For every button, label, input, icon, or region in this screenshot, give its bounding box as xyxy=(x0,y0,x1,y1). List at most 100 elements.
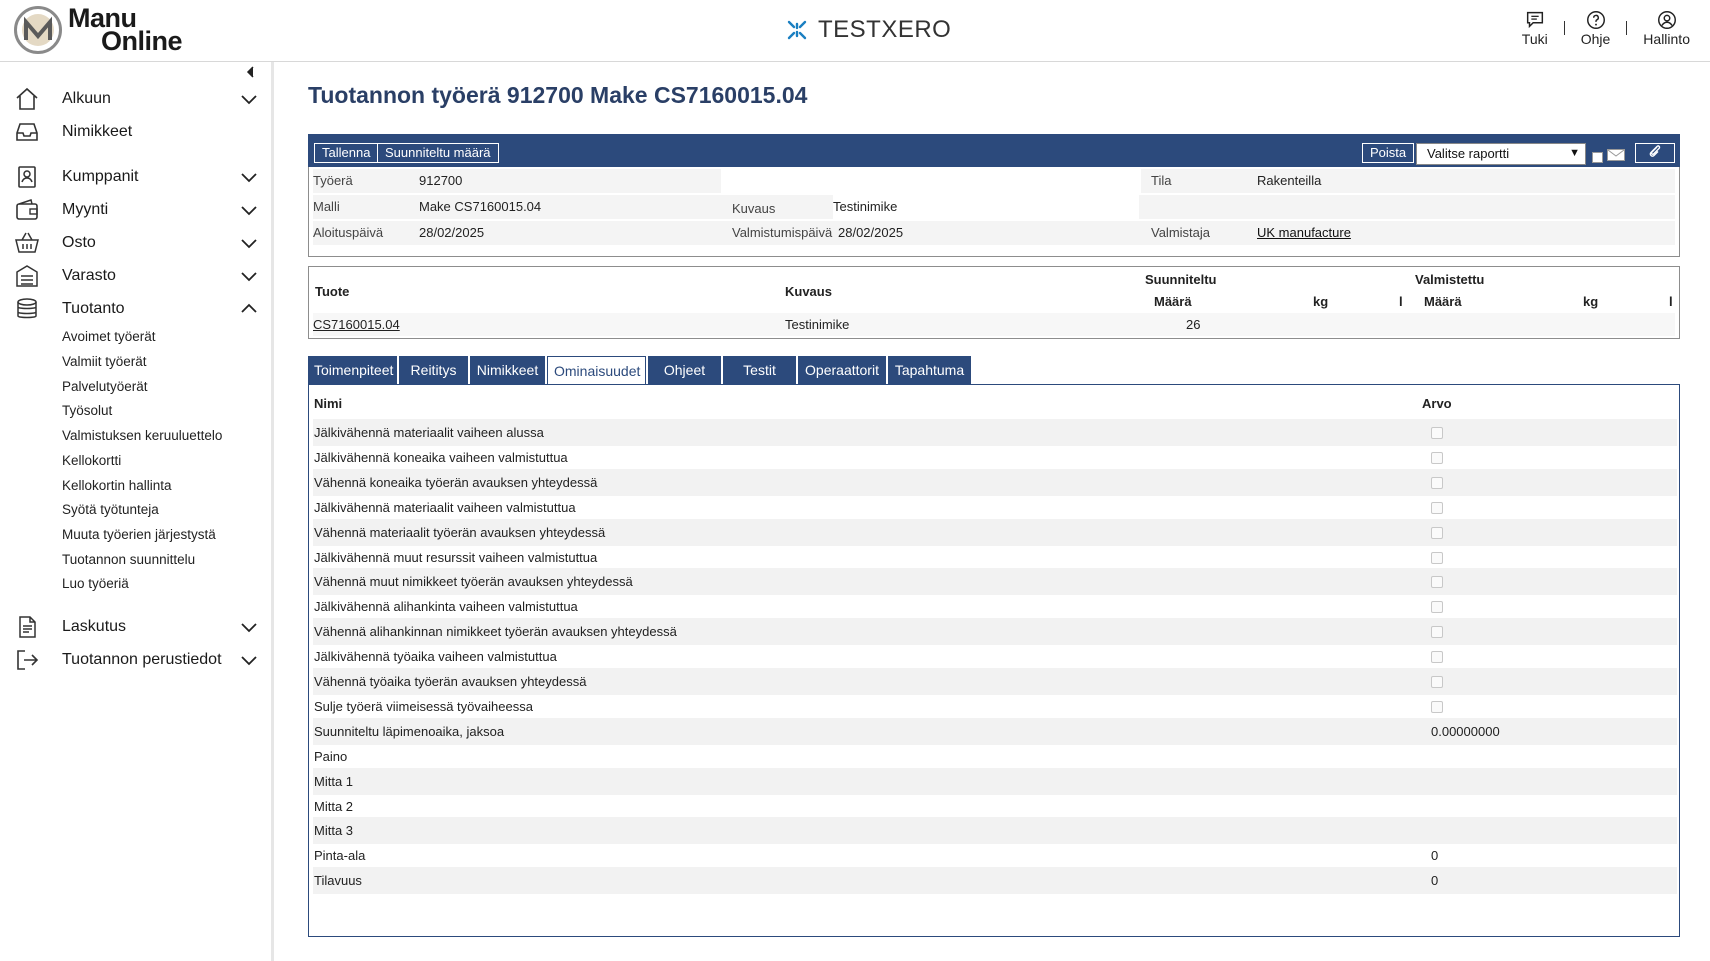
sidebar-subitem-kellokortin-hallinta[interactable]: Kellokortin hallinta xyxy=(62,478,172,493)
sidebar: Alkuun Nimikkeet Kumppanit Myynti Osto V… xyxy=(0,62,274,961)
document-icon xyxy=(19,616,36,638)
collapse-sidebar-button[interactable] xyxy=(246,66,256,81)
attach-button[interactable] xyxy=(1635,143,1675,163)
user-icon xyxy=(1657,11,1676,29)
sidebar-item-myynti[interactable]: Myynti xyxy=(0,193,270,227)
sidebar-subitem-syota-tyotunteja[interactable]: Syötä työtunteja xyxy=(62,502,159,517)
property-checkbox[interactable] xyxy=(1431,526,1443,539)
tab-ohjeet[interactable]: Ohjeet xyxy=(648,356,721,384)
property-name: Vähennä materiaalit työerän avauksen yht… xyxy=(314,524,606,540)
table-row: Sulje työerä viimeisessä työvaiheessa xyxy=(313,693,1677,720)
sidebar-subitem-luo-tyoeria[interactable]: Luo työeriä xyxy=(62,576,129,591)
report-select[interactable]: Valitse raportti ▼ xyxy=(1416,143,1586,165)
support-button[interactable]: Tuki xyxy=(1514,9,1556,47)
sidebar-subitem-valmiit-tyoerat[interactable]: Valmiit työerät xyxy=(62,354,147,369)
property-checkbox[interactable] xyxy=(1431,576,1443,589)
table-row: Jälkivähennä alihankinta vaiheen valmist… xyxy=(313,593,1677,620)
sidebar-item-label: Myynti xyxy=(62,201,109,218)
sidebar-item-varasto[interactable]: Varasto xyxy=(0,259,270,293)
property-checkbox[interactable] xyxy=(1431,501,1443,514)
tab-testit[interactable]: Testit xyxy=(723,356,796,384)
top-bar: Manu Online TESTXERO Tuki Ohje Hallinto xyxy=(0,0,1710,62)
start-date-label: Aloituspäivä xyxy=(313,225,384,240)
sidebar-item-laskutus[interactable]: Laskutus xyxy=(0,610,270,644)
support-label: Tuki xyxy=(1521,31,1548,47)
property-checkbox[interactable] xyxy=(1431,551,1443,564)
model-label: Malli xyxy=(313,199,340,214)
planned-quantity: 26 xyxy=(1186,317,1201,332)
sidebar-subitem-keruuluettelo[interactable]: Valmistuksen keruuluettelo xyxy=(62,428,222,443)
col-header-name: Nimi xyxy=(314,396,343,411)
properties-table: Nimi Arvo Jälkivähennä materiaalit vaihe… xyxy=(308,384,1680,937)
property-name: Tilavuus xyxy=(314,873,362,889)
save-button[interactable]: Tallenna xyxy=(314,143,379,163)
property-name: Suunniteltu läpimenoaika, jaksoa xyxy=(314,723,505,739)
sidebar-item-tuotannon-perustiedot[interactable]: Tuotannon perustiedot xyxy=(0,643,270,677)
property-checkbox[interactable] xyxy=(1431,451,1443,464)
exit-icon xyxy=(17,650,39,670)
help-label: Ohje xyxy=(1580,31,1611,47)
property-name: Mitta 3 xyxy=(314,823,354,839)
property-name: Jälkivähennä materiaalit vaiheen valmist… xyxy=(314,499,576,515)
sidebar-item-alkuun[interactable]: Alkuun xyxy=(0,82,270,116)
property-checkbox[interactable] xyxy=(1431,700,1443,713)
table-row: Vähennä työaika työerän avauksen yhteyde… xyxy=(313,668,1677,695)
manu-online-logo[interactable]: Manu Online xyxy=(14,5,183,55)
sidebar-subitem-tyosolut[interactable]: Työsolut xyxy=(62,403,112,418)
start-date-value: 28/02/2025 xyxy=(419,225,485,240)
tab-toimenpiteet[interactable]: Toimenpiteet xyxy=(308,356,397,384)
help-button[interactable]: Ohje xyxy=(1573,9,1619,47)
top-actions: Tuki Ohje Hallinto xyxy=(1514,9,1698,47)
logo-mark xyxy=(14,6,62,54)
table-row: Jälkivähennä muut resurssit vaiheen valm… xyxy=(313,544,1677,571)
col-header-made-l: l xyxy=(1669,294,1673,309)
product-link[interactable]: CS7160015.04 xyxy=(313,317,400,332)
home-icon xyxy=(16,87,38,110)
tab-tapahtuma[interactable]: Tapahtuma xyxy=(888,356,971,384)
delete-button[interactable]: Poista xyxy=(1362,143,1415,163)
property-checkbox[interactable] xyxy=(1431,676,1443,688)
property-value[interactable]: 0 xyxy=(1431,873,1438,888)
property-checkbox[interactable] xyxy=(1431,601,1443,614)
planned-quantity-button[interactable]: Suunniteltu määrä xyxy=(377,143,499,163)
sidebar-subitem-avoimet-tyoerat[interactable]: Avoimet työerät xyxy=(62,329,156,344)
property-checkbox[interactable] xyxy=(1431,651,1443,664)
company-name: TESTXERO xyxy=(786,16,951,44)
tab-ominaisuudet[interactable]: Ominaisuudet xyxy=(547,356,646,384)
sidebar-item-nimikkeet[interactable]: Nimikkeet xyxy=(0,115,270,149)
property-value[interactable]: 0 xyxy=(1431,848,1438,863)
detail-tabs: Toimenpiteet Reititys Nimikkeet Ominaisu… xyxy=(308,356,973,384)
report-checkbox[interactable] xyxy=(1592,152,1603,163)
wallet-icon xyxy=(16,199,38,220)
property-checkbox[interactable] xyxy=(1431,427,1443,439)
property-value[interactable]: 0.00000000 xyxy=(1431,724,1500,739)
table-row: Vähennä muut nimikkeet työerän avauksen … xyxy=(313,568,1677,596)
description-field[interactable]: Testinimike xyxy=(833,195,1139,219)
sidebar-item-label: Osto xyxy=(62,234,96,251)
sidebar-item-tuotanto[interactable]: Tuotanto xyxy=(0,292,270,326)
admin-button[interactable]: Hallinto xyxy=(1635,9,1698,47)
separator xyxy=(1626,21,1628,35)
col-header-planned-qty: Määrä xyxy=(1154,294,1192,309)
tab-reititys[interactable]: Reititys xyxy=(399,356,468,384)
separator xyxy=(1563,21,1565,35)
sidebar-subitem-palvelutyoerat[interactable]: Palvelutyöerät xyxy=(62,379,148,394)
tab-nimikkeet[interactable]: Nimikkeet xyxy=(470,356,545,384)
sidebar-item-kumppanit[interactable]: Kumppanit xyxy=(0,160,270,194)
property-checkbox[interactable] xyxy=(1431,476,1443,489)
table-row: Jälkivähennä materiaalit vaiheen valmist… xyxy=(313,494,1677,521)
tab-operaattorit[interactable]: Operaattorit xyxy=(798,356,886,384)
product-description: Testinimike xyxy=(785,317,850,332)
mail-icon[interactable] xyxy=(1607,149,1625,161)
sidebar-subitem-muuta-jarjestysta[interactable]: Muuta työerien järjestystä xyxy=(62,527,216,542)
table-row: Jälkivähennä koneaika vaiheen valmistutt… xyxy=(313,444,1677,471)
sidebar-subitem-tuotannon-suunnittelu[interactable]: Tuotannon suunnittelu xyxy=(62,552,195,567)
sidebar-subitem-kellokortti[interactable]: Kellokortti xyxy=(62,453,121,468)
manufacturer-link[interactable]: UK manufacture xyxy=(1257,225,1351,240)
xero-logo-icon xyxy=(787,20,807,40)
property-name: Vähennä alihankinnan nimikkeet työerän a… xyxy=(314,624,677,640)
chevron-down-icon xyxy=(241,206,257,216)
property-checkbox[interactable] xyxy=(1431,626,1443,639)
table-row: Mitta 2 xyxy=(313,793,1677,820)
sidebar-item-osto[interactable]: Osto xyxy=(0,226,270,260)
